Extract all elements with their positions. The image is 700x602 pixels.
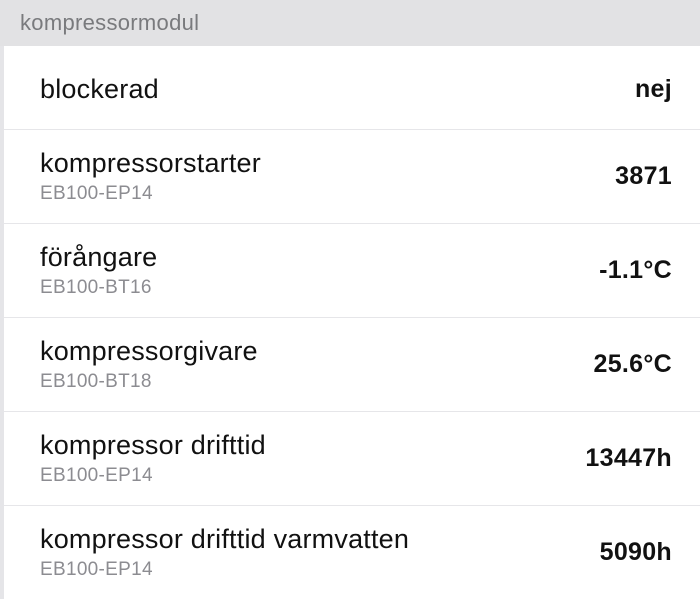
list-item-value: 25.6°C — [593, 350, 672, 379]
list-item-label: kompressorstarter — [40, 148, 261, 179]
list-item[interactable]: kompressorstarter EB100-EP14 3871 — [4, 130, 700, 224]
section-title: kompressormodul — [20, 10, 199, 35]
list-item[interactable]: förångare EB100-BT16 -1.1°C — [4, 224, 700, 318]
list-item-label: kompressor drifttid varmvatten — [40, 524, 409, 555]
list-item-value: -1.1°C — [599, 256, 672, 285]
list-content: blockerad nej kompressorstarter EB100-EP… — [0, 46, 700, 599]
list-item-value: 3871 — [615, 162, 672, 191]
list-item-sublabel: EB100-EP14 — [40, 183, 261, 205]
list-item[interactable]: kompressor drifttid EB100-EP14 13447h — [4, 412, 700, 506]
list-item-left: kompressorgivare EB100-BT18 — [40, 336, 258, 393]
list-item-left: kompressor drifttid varmvatten EB100-EP1… — [40, 524, 409, 581]
list-item-value: 5090h — [600, 538, 672, 567]
section-header: kompressormodul — [0, 0, 700, 46]
list-item-sublabel: EB100-BT18 — [40, 371, 258, 393]
list-item-label: förångare — [40, 242, 157, 273]
list-item-value: 13447h — [585, 444, 672, 473]
list-item-left: kompressor drifttid EB100-EP14 — [40, 430, 266, 487]
list-item[interactable]: kompressorgivare EB100-BT18 25.6°C — [4, 318, 700, 412]
list-item-label: kompressor drifttid — [40, 430, 266, 461]
list-item-left: förångare EB100-BT16 — [40, 242, 157, 299]
list-item-label: kompressorgivare — [40, 336, 258, 367]
list-item-sublabel: EB100-EP14 — [40, 559, 409, 581]
list-item-sublabel: EB100-EP14 — [40, 465, 266, 487]
list-item-left: kompressorstarter EB100-EP14 — [40, 148, 261, 205]
list-item-label: blockerad — [40, 74, 159, 105]
list-item-left: blockerad — [40, 74, 159, 105]
list-item[interactable]: blockerad nej — [4, 46, 700, 130]
list-item[interactable]: kompressor drifttid varmvatten EB100-EP1… — [4, 506, 700, 599]
list-item-sublabel: EB100-BT16 — [40, 277, 157, 299]
list-item-value: nej — [635, 75, 672, 104]
